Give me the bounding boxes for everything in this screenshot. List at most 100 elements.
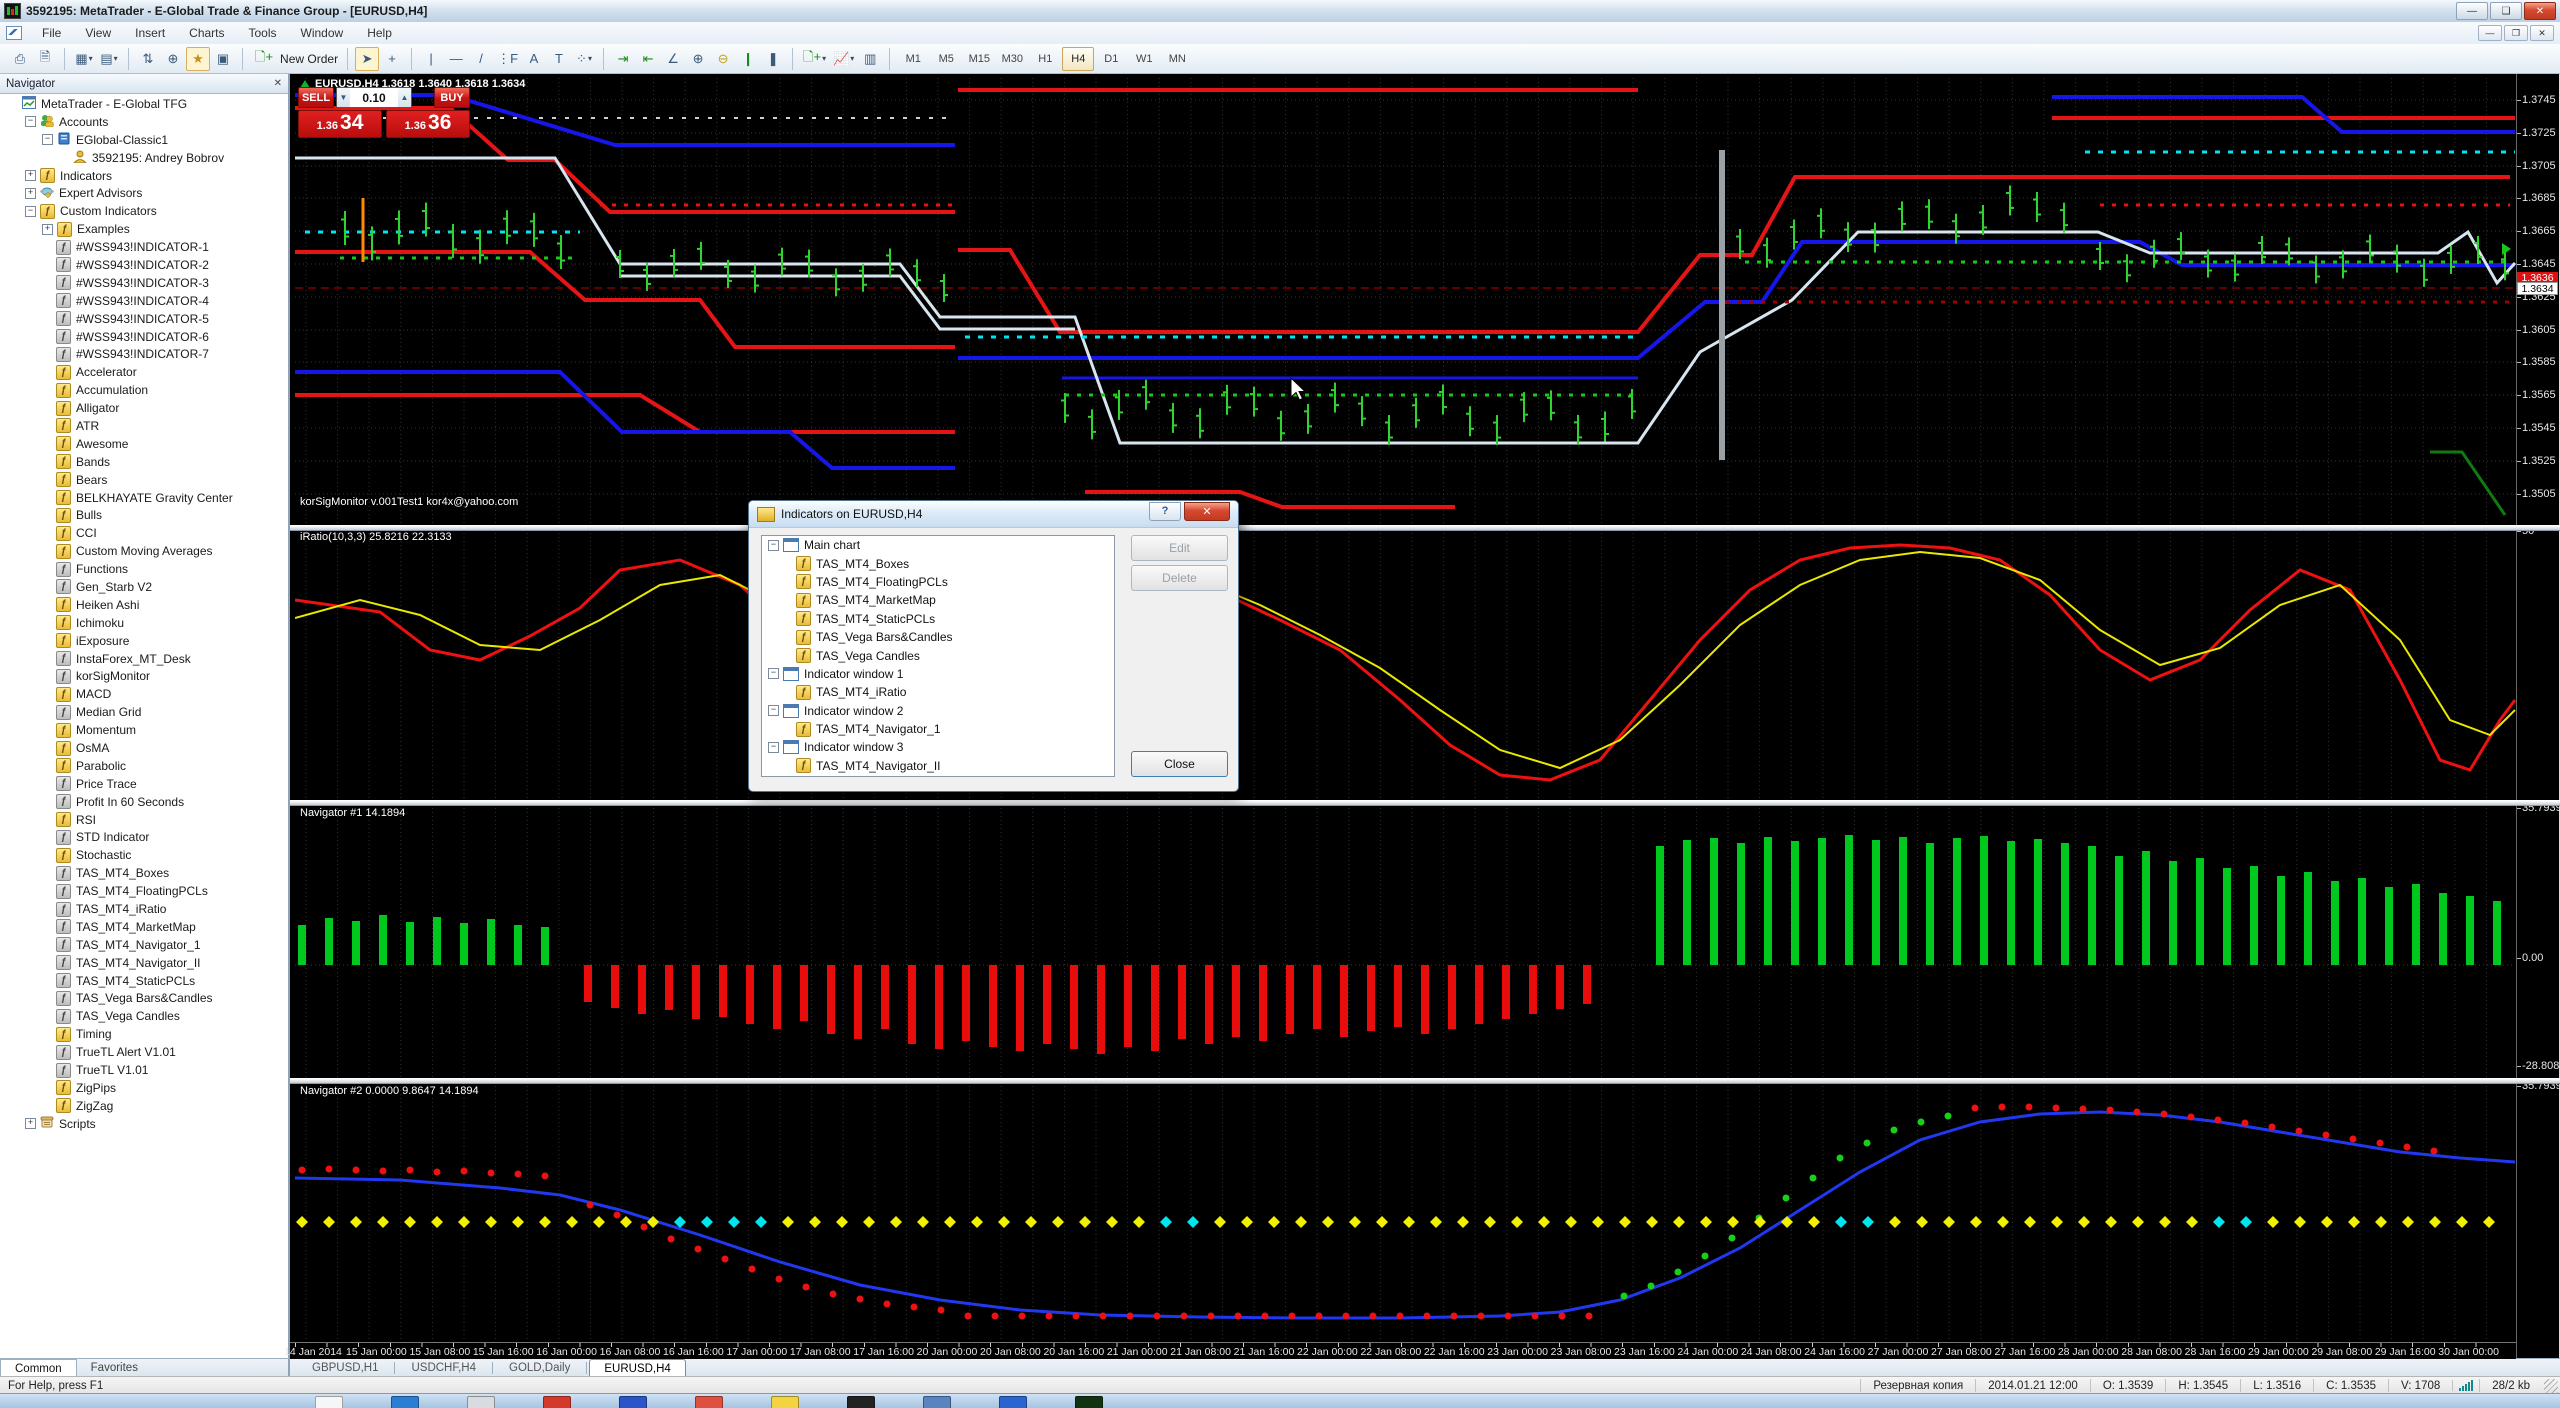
navigator-item-profit-in-60-seconds[interactable]: ƒProfit In 60 Seconds <box>0 793 286 811</box>
angle-tool-icon[interactable]: ∠ <box>661 47 685 71</box>
print-icon[interactable]: ⎙ <box>8 47 32 71</box>
dialog-item-indicator-window-2[interactable]: −Indicator window 2 <box>762 702 1114 720</box>
menu-window[interactable]: Window <box>289 23 356 43</box>
navigator-item-macd[interactable]: ƒMACD <box>0 685 286 703</box>
templates-icon[interactable]: 📈▾ <box>830 47 857 71</box>
taskbar-icon-window-app[interactable] <box>315 1396 343 1408</box>
chart-shift-icon[interactable]: ⇤ <box>636 47 660 71</box>
period-settings-icon[interactable]: ▥ <box>858 47 882 71</box>
zoom-in-icon[interactable]: ⊕ <box>686 47 710 71</box>
minus-expand-icon[interactable]: − <box>25 116 36 127</box>
main-chart-pane[interactable] <box>295 78 2516 525</box>
volume-stepper[interactable]: ▼ 0.10 ▲ <box>336 87 412 108</box>
taskbar-icon-blue-flag-app[interactable] <box>999 1396 1027 1408</box>
child-restore-button[interactable]: ❒ <box>2504 25 2528 41</box>
taskbar-icon-mt4-app[interactable] <box>1075 1396 1103 1408</box>
chart-tab-usdchf-h4[interactable]: USDCHF,H4 <box>397 1360 490 1377</box>
data-window-icon[interactable]: ⊕ <box>161 47 185 71</box>
navigator-item-bands[interactable]: ƒBands <box>0 453 286 471</box>
sell-button[interactable]: SELL <box>298 87 334 108</box>
taskbar-icon-red-circle-app[interactable] <box>543 1396 571 1408</box>
navigator-item-price-trace[interactable]: ƒPrice Trace <box>0 775 286 793</box>
chart-tab-gbpusd-h1[interactable]: GBPUSD,H1 <box>298 1360 392 1377</box>
navigator-item-tas-mt4-floatingpcls[interactable]: ƒTAS_MT4_FloatingPCLs <box>0 882 286 900</box>
navigator-item-wss943-indicator-4[interactable]: ƒ#WSS943!INDICATOR-4 <box>0 292 286 310</box>
timeframe-h4[interactable]: H4 <box>1062 47 1094 71</box>
zoom-out-icon[interactable]: ⊖ <box>711 47 735 71</box>
navigator-item-wss943-indicator-2[interactable]: ƒ#WSS943!INDICATOR-2 <box>0 256 286 274</box>
navigator-item-gen-starb-v2[interactable]: ƒGen_Starb V2 <box>0 578 286 596</box>
navigator-item-truetl-alert-v1-01[interactable]: ƒTrueTL Alert V1.01 <box>0 1043 286 1061</box>
navigator-item-korsigmonitor[interactable]: ƒkorSigMonitor <box>0 668 286 686</box>
navigator-item-examples[interactable]: +ƒExamples <box>0 220 286 238</box>
navigator-item-belkhayate-gravity-center[interactable]: ƒBELKHAYATE Gravity Center <box>0 489 286 507</box>
navigator-item-bulls[interactable]: ƒBulls <box>0 506 286 524</box>
crosshair-tool-icon[interactable]: + <box>380 47 404 71</box>
dialog-indicator-list[interactable]: −Main chartƒTAS_MT4_BoxesƒTAS_MT4_Floati… <box>761 535 1115 777</box>
navigator-item-cci[interactable]: ƒCCI <box>0 524 286 542</box>
navigator-item-accelerator[interactable]: ƒAccelerator <box>0 363 286 381</box>
menu-view[interactable]: View <box>73 23 123 43</box>
navigator-item-iexposure[interactable]: ƒiExposure <box>0 632 286 650</box>
navigator-item-eglobal-classic1[interactable]: −EGlobal-Classic1 <box>0 131 286 149</box>
timeframe-mn[interactable]: MN <box>1161 47 1193 71</box>
navigator-item-rsi[interactable]: ƒRSI <box>0 811 286 829</box>
navigator-item-wss943-indicator-6[interactable]: ƒ#WSS943!INDICATOR-6 <box>0 328 286 346</box>
timeframe-m30[interactable]: M30 <box>996 47 1028 71</box>
menu-charts[interactable]: Charts <box>177 23 236 43</box>
taskbar-icon-grid-app[interactable] <box>923 1396 951 1408</box>
dialog-item-tas-vega-bars-candles[interactable]: ƒTAS_Vega Bars&Candles <box>762 628 1114 646</box>
arrows-tool-icon[interactable]: ⁘▾ <box>572 47 596 71</box>
cursor-tool-icon[interactable]: ➤ <box>355 47 379 71</box>
navigator-item-heiken-ashi[interactable]: ƒHeiken Ashi <box>0 596 286 614</box>
navigator-item-indicators[interactable]: +ƒIndicators <box>0 167 286 185</box>
navigator-item-custom-indicators[interactable]: −ƒCustom Indicators <box>0 202 286 220</box>
navigator-item-tas-mt4-boxes[interactable]: ƒTAS_MT4_Boxes <box>0 864 286 882</box>
volume-down-icon[interactable]: ▼ <box>337 88 350 107</box>
navigator-item-atr[interactable]: ƒATR <box>0 417 286 435</box>
candlestick-chart-icon[interactable]: ❚ <box>761 47 785 71</box>
dialog-title-bar[interactable]: Indicators on EURUSD,H4 ? ✕ <box>749 501 1238 528</box>
navigator-item-zigpips[interactable]: ƒZigPips <box>0 1079 286 1097</box>
vertical-line-icon[interactable]: | <box>419 47 443 71</box>
minus-expand-icon[interactable]: − <box>25 206 36 217</box>
sell-price[interactable]: 1.36 34 <box>298 110 382 138</box>
navigator-item-truetl-v1-01[interactable]: ƒTrueTL V1.01 <box>0 1061 286 1079</box>
navigator-item-timing[interactable]: ƒTiming <box>0 1025 286 1043</box>
navigator-item-wss943-indicator-7[interactable]: ƒ#WSS943!INDICATOR-7 <box>0 345 286 363</box>
print-preview-icon[interactable]: 🗎 <box>33 47 57 71</box>
plus-expand-icon[interactable]: + <box>25 1118 36 1129</box>
fibonacci-icon[interactable]: ⋮F <box>494 47 521 71</box>
terminal-icon[interactable]: ▣ <box>211 47 235 71</box>
resize-grip[interactable] <box>2544 1379 2558 1393</box>
minus-expand-icon[interactable]: − <box>768 742 779 753</box>
iratio-pane[interactable] <box>295 529 2516 800</box>
navigator-item-accumulation[interactable]: ƒAccumulation <box>0 381 286 399</box>
navigator-item-zigzag[interactable]: ƒZigZag <box>0 1097 286 1115</box>
timeframe-w1[interactable]: W1 <box>1128 47 1160 71</box>
taskbar-icon-browser-globe[interactable] <box>391 1396 419 1408</box>
navigator-item-tas-mt4-staticpcls[interactable]: ƒTAS_MT4_StaticPCLs <box>0 972 286 990</box>
chart-tab-eurusd-h4[interactable]: EURUSD,H4 <box>589 1359 685 1377</box>
navigator-item-wss943-indicator-1[interactable]: ƒ#WSS943!INDICATOR-1 <box>0 238 286 256</box>
timeframe-h1[interactable]: H1 <box>1029 47 1061 71</box>
navigator-item-tas-mt4-marketmap[interactable]: ƒTAS_MT4_MarketMap <box>0 918 286 936</box>
timeframe-m1[interactable]: M1 <box>897 47 929 71</box>
trendline-icon[interactable]: / <box>469 47 493 71</box>
navigator-item-accounts[interactable]: −Accounts <box>0 113 286 131</box>
dialog-item-indicator-window-3[interactable]: −Indicator window 3 <box>762 738 1114 756</box>
navigator-item-tas-mt4-navigator-1[interactable]: ƒTAS_MT4_Navigator_1 <box>0 936 286 954</box>
menu-tools[interactable]: Tools <box>237 23 289 43</box>
dialog-item-tas-mt4-boxes[interactable]: ƒTAS_MT4_Boxes <box>762 554 1114 572</box>
minus-expand-icon[interactable]: − <box>768 705 779 716</box>
profiles-icon[interactable]: ▤▾ <box>97 47 121 71</box>
timeframe-m15[interactable]: M15 <box>963 47 995 71</box>
dialog-item-main-chart[interactable]: −Main chart <box>762 536 1114 554</box>
dialog-item-tas-mt4-staticpcls[interactable]: ƒTAS_MT4_StaticPCLs <box>762 610 1114 628</box>
bar-chart-icon[interactable]: ❙ <box>736 47 760 71</box>
minus-expand-icon[interactable]: − <box>42 134 53 145</box>
navigator-2-pane[interactable] <box>295 1082 2516 1342</box>
pane-divider[interactable] <box>290 800 2560 806</box>
autoscroll-icon[interactable]: ⇥ <box>611 47 635 71</box>
dialog-help-button[interactable]: ? <box>1149 502 1181 521</box>
